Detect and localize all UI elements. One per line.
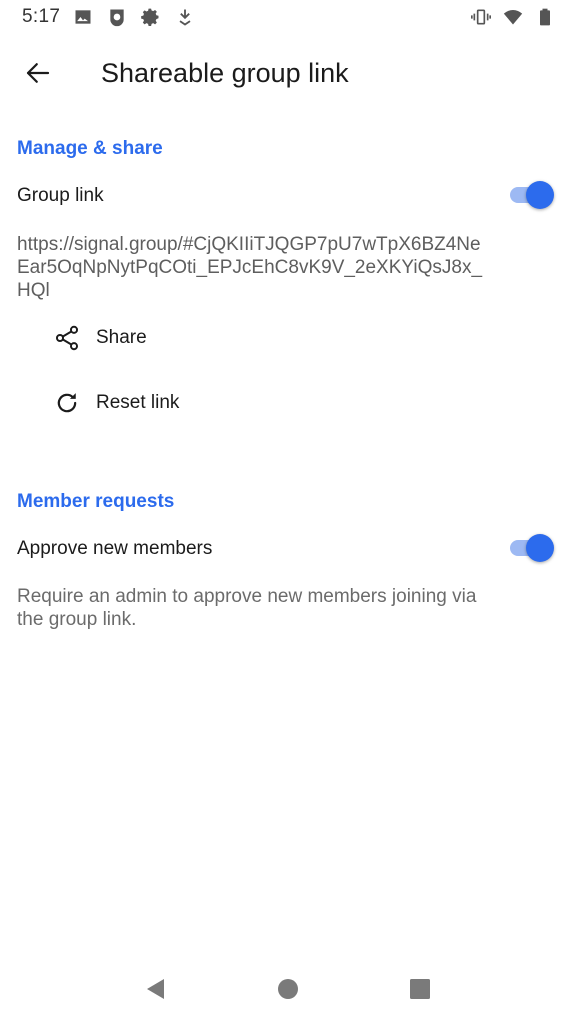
wifi-icon xyxy=(502,6,524,28)
nav-back-button[interactable] xyxy=(132,965,180,1013)
status-bar: 5:17 xyxy=(0,0,576,34)
reset-link-label: Reset link xyxy=(96,392,180,413)
share-icon xyxy=(52,323,82,353)
nav-recents-button[interactable] xyxy=(396,965,444,1013)
settings-gear-icon xyxy=(140,6,162,28)
status-bar-right xyxy=(470,6,556,28)
app-bar: Shareable group link xyxy=(0,40,576,106)
system-nav-bar xyxy=(0,954,576,1024)
nav-home-button[interactable] xyxy=(264,965,312,1013)
screen: 5:17 Shareable group link Manage & share… xyxy=(0,0,576,1024)
group-link-label: Group link xyxy=(17,185,104,206)
share-label: Share xyxy=(96,327,147,348)
vibrate-icon xyxy=(470,6,492,28)
back-button[interactable] xyxy=(10,45,66,101)
signal-app-icon xyxy=(106,6,128,28)
status-bar-left: 5:17 xyxy=(22,6,196,28)
battery-icon xyxy=(534,6,556,28)
section-header-member-requests: Member requests xyxy=(17,491,175,512)
share-button[interactable]: Share xyxy=(0,310,576,366)
group-link-toggle[interactable] xyxy=(508,180,554,210)
toggle-thumb xyxy=(526,534,554,562)
approve-new-members-toggle[interactable] xyxy=(508,533,554,563)
download-arrow-icon xyxy=(174,6,196,28)
approve-new-members-label: Approve new members xyxy=(17,538,213,559)
status-time: 5:17 xyxy=(22,6,61,27)
reset-link-button[interactable]: Reset link xyxy=(0,375,576,431)
group-link-url: https://signal.group/#CjQKIIiTJQGP7pU7wT… xyxy=(17,234,483,301)
section-header-manage-share: Manage & share xyxy=(17,138,163,159)
image-icon xyxy=(72,6,94,28)
toggle-thumb xyxy=(526,181,554,209)
arrow-left-icon xyxy=(26,63,50,83)
page-title: Shareable group link xyxy=(101,57,349,88)
refresh-icon xyxy=(52,388,82,418)
home-circle-icon xyxy=(278,979,298,999)
approve-new-members-description: Require an admin to approve new members … xyxy=(17,586,477,630)
back-triangle-icon xyxy=(147,979,164,999)
recents-square-icon xyxy=(410,979,430,999)
